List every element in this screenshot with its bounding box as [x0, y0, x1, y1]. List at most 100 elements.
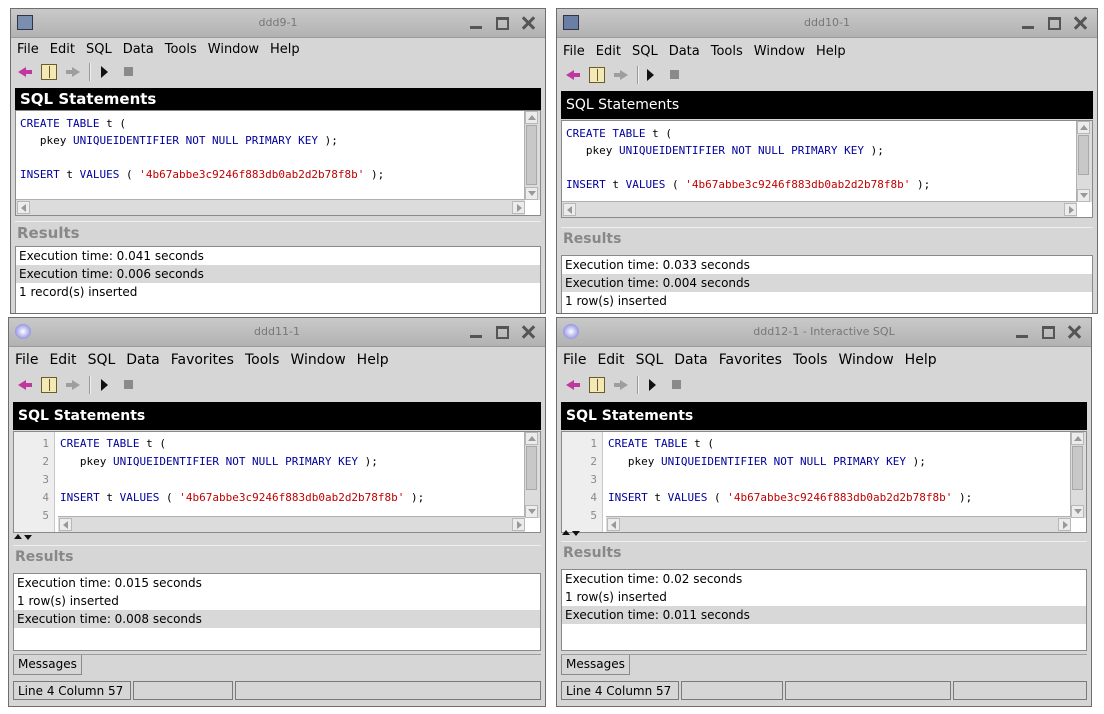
- menu-favorites[interactable]: Favorites: [719, 352, 782, 368]
- scroll-down-icon[interactable]: [1071, 505, 1084, 518]
- scroll-thumb[interactable]: [526, 446, 537, 490]
- menu-help[interactable]: Help: [270, 42, 300, 57]
- horizontal-scrollbar[interactable]: [58, 516, 525, 532]
- scroll-up-icon[interactable]: [1077, 121, 1090, 134]
- menu-help[interactable]: Help: [905, 352, 937, 368]
- scroll-down-icon[interactable]: [525, 505, 538, 518]
- scroll-up-icon[interactable]: [525, 111, 538, 124]
- execute-play-icon[interactable]: [97, 64, 113, 80]
- menu-tools[interactable]: Tools: [793, 352, 828, 368]
- minimize-icon[interactable]: [465, 13, 487, 33]
- history-book-icon[interactable]: [41, 64, 57, 80]
- scroll-thumb[interactable]: [1072, 446, 1083, 490]
- result-row[interactable]: Execution time: 0.008 seconds: [14, 610, 540, 628]
- splitter-arrows-icon[interactable]: [561, 530, 583, 538]
- scroll-thumb[interactable]: [1078, 135, 1089, 175]
- close-icon[interactable]: [1069, 13, 1091, 33]
- menu-edit[interactable]: Edit: [49, 352, 76, 368]
- result-row[interactable]: Execution time: 0.015 seconds: [14, 574, 540, 592]
- forward-arrow-icon[interactable]: [65, 377, 81, 393]
- menu-edit[interactable]: Edit: [596, 44, 621, 59]
- maximize-icon[interactable]: [1037, 322, 1059, 342]
- menu-sql[interactable]: SQL: [636, 352, 664, 368]
- messages-tab[interactable]: Messages: [13, 655, 82, 675]
- scroll-down-icon[interactable]: [525, 187, 538, 200]
- close-icon[interactable]: [1063, 322, 1085, 342]
- title-bar[interactable]: ddd12-1 - Interactive SQL: [557, 318, 1091, 347]
- stop-icon[interactable]: [121, 64, 137, 80]
- menu-window[interactable]: Window: [290, 352, 345, 368]
- back-arrow-icon[interactable]: [17, 64, 33, 80]
- forward-arrow-icon[interactable]: [65, 64, 81, 80]
- menu-file[interactable]: File: [563, 352, 586, 368]
- menu-sql[interactable]: SQL: [632, 44, 658, 59]
- menu-file[interactable]: File: [17, 42, 39, 57]
- vertical-scrollbar[interactable]: [524, 432, 540, 518]
- menu-help[interactable]: Help: [357, 352, 389, 368]
- minimize-icon[interactable]: [1017, 13, 1039, 33]
- vertical-scrollbar[interactable]: [524, 111, 540, 200]
- execute-play-icon[interactable]: [97, 377, 113, 393]
- menu-window[interactable]: Window: [754, 44, 805, 59]
- scroll-right-icon[interactable]: [1064, 203, 1077, 216]
- vertical-scrollbar[interactable]: [1076, 121, 1092, 202]
- sql-code[interactable]: CREATE TABLE t ( pkey UNIQUEIDENTIFIER N…: [566, 125, 930, 193]
- title-bar[interactable]: ddd11-1: [9, 318, 545, 347]
- menu-window[interactable]: Window: [838, 352, 893, 368]
- result-row[interactable]: 1 row(s) inserted: [562, 292, 1092, 310]
- execute-play-icon[interactable]: [645, 377, 661, 393]
- minimize-icon[interactable]: [465, 322, 487, 342]
- scroll-left-icon[interactable]: [607, 518, 620, 531]
- result-row[interactable]: 1 row(s) inserted: [14, 592, 540, 610]
- menu-data[interactable]: Data: [669, 44, 700, 59]
- execute-play-icon[interactable]: [643, 67, 659, 83]
- maximize-icon[interactable]: [491, 13, 513, 33]
- messages-tab[interactable]: Messages: [561, 655, 630, 675]
- result-row[interactable]: Execution time: 0.033 seconds: [562, 256, 1092, 274]
- scroll-right-icon[interactable]: [512, 201, 525, 214]
- maximize-icon[interactable]: [491, 322, 513, 342]
- result-row[interactable]: Execution time: 0.006 seconds: [16, 265, 540, 283]
- menu-file[interactable]: File: [15, 352, 38, 368]
- menu-sql[interactable]: SQL: [86, 42, 112, 57]
- sql-editor[interactable]: CREATE TABLE t ( pkey UNIQUEIDENTIFIER N…: [561, 120, 1093, 218]
- scroll-down-icon[interactable]: [1077, 189, 1090, 202]
- back-arrow-icon[interactable]: [565, 377, 581, 393]
- menu-sql[interactable]: SQL: [88, 352, 116, 368]
- stop-icon[interactable]: [121, 377, 137, 393]
- history-book-icon[interactable]: [589, 67, 605, 83]
- maximize-icon[interactable]: [1043, 13, 1065, 33]
- title-bar[interactable]: ddd10-1: [557, 9, 1097, 38]
- sql-editor[interactable]: CREATE TABLE t ( pkey UNIQUEIDENTIFIER N…: [15, 110, 541, 216]
- sql-code[interactable]: CREATE TABLE t ( pkey UNIQUEIDENTIFIER N…: [20, 115, 384, 183]
- scroll-thumb[interactable]: [526, 125, 537, 185]
- history-book-icon[interactable]: [589, 377, 605, 393]
- menu-favorites[interactable]: Favorites: [171, 352, 234, 368]
- horizontal-scrollbar[interactable]: [562, 201, 1077, 217]
- result-row[interactable]: Execution time: 0.02 seconds: [562, 570, 1086, 588]
- menu-window[interactable]: Window: [208, 42, 259, 57]
- result-row[interactable]: Execution time: 0.004 seconds: [562, 274, 1092, 292]
- scroll-left-icon[interactable]: [563, 203, 576, 216]
- sql-editor[interactable]: 1 2 3 4 5 CREATE TABLE t ( pkey UNIQUEIDENTI…: [13, 431, 541, 533]
- forward-arrow-icon[interactable]: [613, 377, 629, 393]
- menu-data[interactable]: Data: [123, 42, 154, 57]
- back-arrow-icon[interactable]: [565, 67, 581, 83]
- history-book-icon[interactable]: [41, 377, 57, 393]
- scroll-right-icon[interactable]: [1058, 518, 1071, 531]
- result-row[interactable]: Execution time: 0.041 seconds: [16, 247, 540, 265]
- close-icon[interactable]: [517, 322, 539, 342]
- sql-code[interactable]: CREATE TABLE t ( pkey UNIQUEIDENTIFIER N…: [60, 435, 424, 507]
- menu-tools[interactable]: Tools: [245, 352, 280, 368]
- result-row[interactable]: Execution time: 0.011 seconds: [562, 606, 1086, 624]
- result-row[interactable]: 1 row(s) inserted: [562, 588, 1086, 606]
- stop-icon[interactable]: [667, 67, 683, 83]
- menu-data[interactable]: Data: [674, 352, 707, 368]
- horizontal-scrollbar[interactable]: [606, 516, 1071, 532]
- menu-edit[interactable]: Edit: [597, 352, 624, 368]
- close-icon[interactable]: [517, 13, 539, 33]
- splitter-arrows-icon[interactable]: [13, 534, 35, 542]
- horizontal-scrollbar[interactable]: [16, 199, 525, 215]
- menu-file[interactable]: File: [563, 44, 585, 59]
- scroll-left-icon[interactable]: [59, 518, 72, 531]
